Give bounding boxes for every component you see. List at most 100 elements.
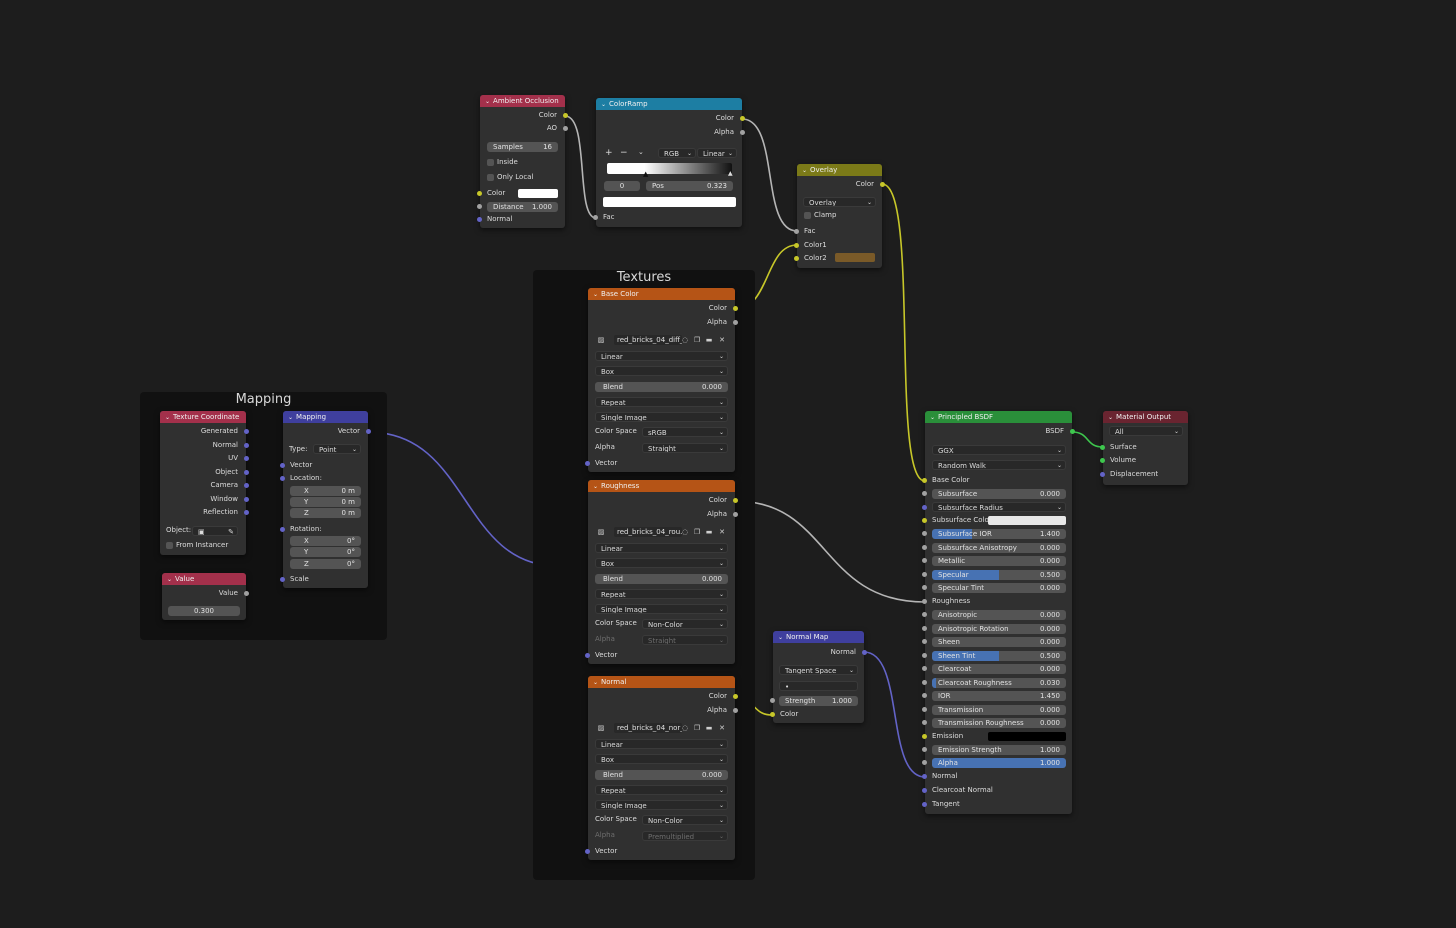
ramp-menu-icon[interactable]: ⌄ [638, 148, 644, 156]
colorspace-dropdown[interactable]: Non-Color ⌄ [642, 619, 728, 629]
socket-icon[interactable] [733, 320, 738, 325]
socket-icon[interactable] [922, 666, 927, 671]
strength-field[interactable]: Strength 1.000 [779, 696, 858, 706]
duplicate-icon[interactable]: ❐ [692, 723, 702, 733]
collapse-icon[interactable]: ⌄ [778, 634, 783, 641]
transmission-roughness-field[interactable]: Transmission Roughness 0.000 [932, 718, 1066, 728]
subsurface-anisotropy-field[interactable]: Subsurface Anisotropy 0.000 [932, 542, 1066, 553]
remove-stop-icon[interactable]: − [620, 148, 628, 158]
clearcoat-field[interactable]: Clearcoat 0.000 [932, 664, 1066, 674]
node-header[interactable]: ⌄ Texture Coordinate [160, 411, 246, 423]
blend-field[interactable]: Blend 0.000 [595, 770, 728, 780]
anisotropic-field[interactable]: Anisotropic 0.000 [932, 610, 1066, 620]
rotation-z-field[interactable]: Z 0° [290, 559, 361, 569]
socket-icon[interactable] [922, 558, 927, 563]
projection-dropdown[interactable]: Box ⌄ [595, 754, 728, 764]
node-value[interactable]: ⌄ Value Value 0.300 [162, 573, 249, 620]
colorspace-dropdown[interactable]: sRGB ⌄ [642, 427, 728, 437]
socket-icon[interactable] [244, 443, 249, 448]
socket-icon[interactable] [244, 429, 249, 434]
subsurface-ior-field[interactable]: Subsurface IOR 1.400 [932, 529, 1066, 539]
collapse-icon[interactable]: ⌄ [593, 291, 598, 298]
duplicate-icon[interactable]: ❐ [692, 527, 702, 537]
socket-icon[interactable] [922, 544, 927, 550]
alpha-dropdown[interactable]: Straight ⌄ [642, 443, 728, 453]
socket-icon[interactable] [1100, 445, 1105, 450]
emission-strength-field[interactable]: Emission Strength 1.000 [932, 745, 1066, 755]
rotation-x-field[interactable]: X 0° [290, 536, 361, 546]
node-header[interactable]: ⌄ Base Color [588, 288, 735, 300]
rotation-y-field[interactable]: Y 0° [290, 547, 361, 557]
socket-icon[interactable] [922, 679, 927, 685]
socket-icon[interactable] [922, 491, 927, 496]
socket-icon[interactable] [733, 498, 738, 503]
ramp-stop-handle[interactable]: ▲ [728, 170, 733, 177]
duplicate-icon[interactable]: ❐ [692, 335, 702, 345]
source-dropdown[interactable]: Single Image ⌄ [595, 800, 728, 810]
extension-dropdown[interactable]: Repeat ⌄ [595, 397, 728, 407]
interpolation-dropdown[interactable]: Linear ⌄ [595, 351, 728, 361]
ramp-gradient[interactable] [607, 163, 732, 174]
subsurface-field[interactable]: Subsurface 0.000 [932, 489, 1066, 499]
open-folder-icon[interactable]: ▬ [704, 723, 714, 733]
blend-field[interactable]: Blend 0.000 [595, 382, 728, 392]
node-image-texture-normal[interactable]: ⌄Normal Color Alpha ▨ red_bricks_04_nor_… [585, 676, 738, 860]
node-image-texture-roughness[interactable]: ⌄ Roughness Color Alpha ▨ red_bricks_04_r… [585, 480, 738, 664]
location-y-field[interactable]: Y 0 m [290, 497, 361, 507]
node-header[interactable]: ⌄ Normal Map [773, 631, 864, 643]
source-dropdown[interactable]: Single Image ⌄ [595, 604, 728, 614]
distance-field[interactable]: Distance 1.000 [487, 202, 558, 212]
node-mapping[interactable]: ⌄ Mapping Vector Type: Point ⌄ Vector Loca… [280, 411, 371, 588]
socket-icon[interactable] [733, 708, 738, 713]
node-header[interactable]: ⌄ Normal [588, 676, 735, 688]
collapse-icon[interactable]: ⌄ [167, 576, 172, 583]
socket-icon[interactable] [922, 571, 927, 577]
socket-icon[interactable] [922, 478, 927, 483]
interpolation-dropdown[interactable]: Linear ⌄ [595, 739, 728, 749]
clearcoat-roughness-field[interactable]: Clearcoat Roughness 0.030 [932, 677, 1066, 688]
socket-icon[interactable] [794, 243, 799, 248]
fake-user-icon[interactable]: ◌ [680, 527, 690, 537]
node-colorramp[interactable]: ⌄ ColorRamp Color Alpha + − ⌄ RGB ⌄ Linear… [593, 98, 745, 227]
socket-icon[interactable] [922, 599, 927, 604]
stop-index-field[interactable]: 0 [604, 181, 640, 191]
collapse-icon[interactable]: ⌄ [802, 167, 807, 174]
eyedropper-icon[interactable]: ✎ [228, 527, 234, 535]
socket-icon[interactable] [733, 306, 738, 311]
socket-icon[interactable] [280, 527, 285, 532]
uv-map-field[interactable]: • [779, 681, 858, 691]
socket-icon[interactable] [1100, 472, 1105, 477]
socket-icon[interactable] [922, 652, 927, 658]
color-swatch[interactable] [518, 189, 558, 198]
socket-icon[interactable] [244, 510, 249, 515]
close-icon[interactable]: ✕ [717, 527, 727, 537]
ior-field[interactable]: IOR 1.450 [932, 691, 1066, 701]
source-dropdown[interactable]: Single Image ⌄ [595, 412, 728, 422]
socket-icon[interactable] [922, 639, 927, 644]
transmission-field[interactable]: Transmission 0.000 [932, 704, 1066, 715]
socket-icon[interactable] [563, 113, 568, 118]
color2-swatch[interactable] [835, 253, 875, 262]
alpha-field[interactable]: Alpha 1.000 [932, 758, 1066, 768]
socket-icon[interactable] [244, 497, 249, 502]
socket-icon[interactable] [1070, 429, 1075, 434]
metallic-field[interactable]: Metallic 0.000 [932, 556, 1066, 566]
image-browse-icon[interactable]: ▨ [596, 335, 606, 345]
socket-icon[interactable] [922, 518, 927, 523]
specular-tint-field[interactable]: Specular Tint 0.000 [932, 583, 1066, 593]
color-mode-dropdown[interactable]: RGB ⌄ [658, 148, 696, 158]
node-principled-bsdf[interactable]: ⌄ Principled BSDF BSDF GGX ⌄ Random Walk ⌄ … [922, 411, 1075, 814]
specular-field[interactable]: Specular 0.500 [932, 569, 1066, 580]
node-header[interactable]: ⌄ Overlay [797, 164, 882, 176]
location-z-field[interactable]: Z 0 m [290, 508, 361, 518]
socket-icon[interactable] [922, 693, 927, 698]
image-selector[interactable]: ▨ red_bricks_04_nor_... ◌ ❐ ▬ ✕ [596, 723, 728, 733]
socket-icon[interactable] [740, 116, 745, 121]
socket-icon[interactable] [922, 760, 927, 765]
socket-icon[interactable] [922, 747, 927, 752]
ramp-stop-handle[interactable]: ▲ [643, 170, 648, 178]
collapse-icon[interactable]: ⌄ [485, 98, 490, 105]
socket-icon[interactable] [922, 720, 927, 725]
socket-icon[interactable] [770, 712, 775, 717]
socket-icon[interactable] [922, 625, 927, 631]
